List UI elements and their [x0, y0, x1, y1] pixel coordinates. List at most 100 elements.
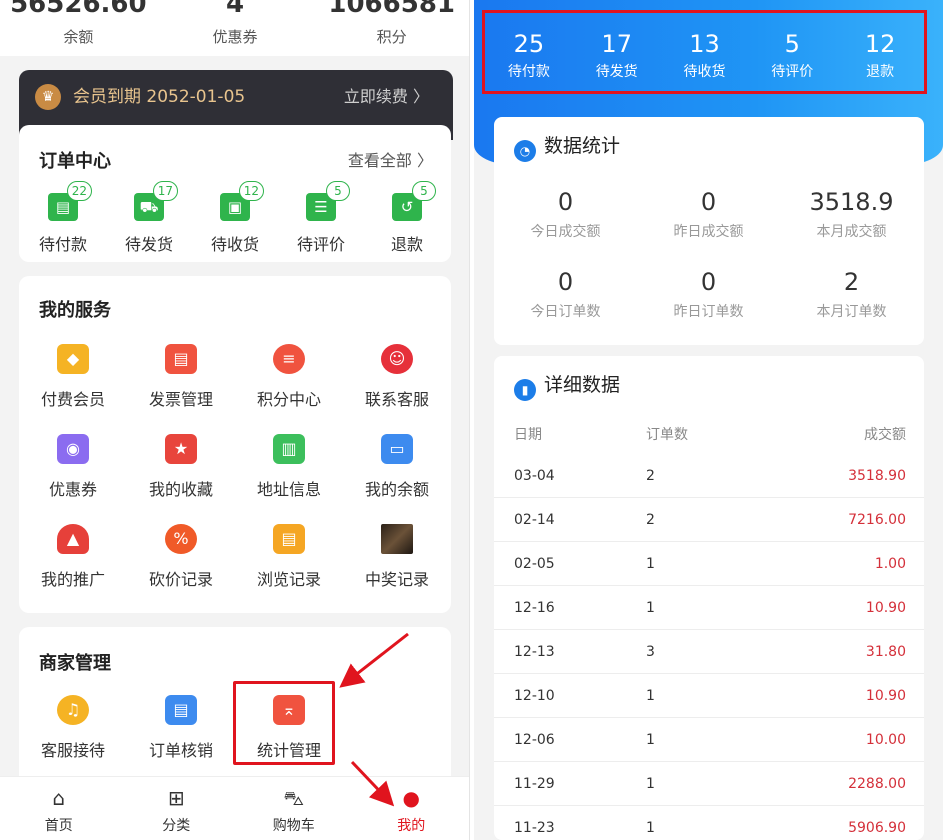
membership-expiry: 会员到期 2052-01-05: [73, 87, 246, 107]
renew-button[interactable]: 立即续费 〉: [344, 84, 429, 110]
order-count-badge: 17: [152, 181, 178, 201]
summary-pending-shipment[interactable]: 17 待发货: [573, 13, 661, 91]
account-stats: 56526.60 余额 4 优惠券 1066581 积分: [0, 0, 469, 56]
summary-refund[interactable]: 12 退款: [836, 13, 924, 91]
tab-label: 购物车: [272, 818, 315, 834]
order-count-badge: 22: [66, 181, 92, 201]
service-label: 砍价记录: [148, 570, 213, 589]
service-address[interactable]: ▥ 地址信息: [239, 434, 339, 500]
order-count-badge: 5: [326, 181, 350, 201]
pie-chart-icon: ◔: [514, 140, 536, 162]
data-statistics-card: ◔ 数据统计 0 今日成交额 0 昨日成交额 3518.9 本月成交额 0 今日订…: [494, 117, 924, 345]
order-refund[interactable]: ↺ 5 退款: [371, 181, 443, 255]
coupon-stat[interactable]: 4 优惠券: [157, 0, 314, 56]
service-label: 地址信息: [256, 480, 321, 499]
headset-icon: ♫: [57, 695, 89, 725]
cell-amount: 3518.90: [848, 468, 906, 484]
service-label: 积分中心: [256, 390, 321, 409]
order-pending-receipt[interactable]: ▣ 12 待收货: [199, 181, 271, 255]
service-balance[interactable]: ▭ 我的余额: [347, 434, 447, 500]
tab-label: 分类: [162, 818, 191, 834]
service-bargain[interactable]: % 砍价记录: [131, 524, 231, 590]
service-history[interactable]: ▤ 浏览记录: [239, 524, 339, 590]
service-invoice[interactable]: ▤ 发票管理: [131, 344, 231, 410]
service-prizes[interactable]: 中奖记录: [347, 524, 447, 590]
merchant-order-verify[interactable]: ▤ 订单核销: [131, 695, 231, 761]
cell-amount: 5906.90: [848, 820, 906, 836]
cell-orders: 1: [646, 820, 655, 836]
order-pending-shipment[interactable]: ⛟ 17 待发货: [113, 181, 185, 255]
table-row: 11-23 1 5906.90: [494, 806, 924, 840]
service-contact[interactable]: ☺ 联系客服: [347, 344, 447, 410]
verify-icon: ▤: [165, 695, 197, 725]
statistics-highlight-box: [233, 681, 335, 765]
service-label: 发票管理: [148, 390, 213, 409]
coupon-label: 优惠券: [212, 28, 258, 46]
summary-pending-receipt[interactable]: 13 待收货: [661, 13, 749, 91]
order-label: 待评价: [296, 235, 345, 254]
service-label: 联系客服: [364, 390, 429, 409]
tab-cart[interactable]: ⛍ 购物车: [235, 777, 353, 840]
stat-label: 本月订单数: [816, 304, 887, 320]
service-label: 我的收藏: [148, 480, 213, 499]
service-paid-membership[interactable]: ◆ 付费会员: [23, 344, 123, 410]
profile-page: 56526.60 余额 4 优惠券 1066581 积分 ♛ 会员到期 2052…: [0, 0, 470, 840]
service-label: 浏览记录: [256, 570, 321, 589]
service-label: 付费会员: [40, 390, 105, 409]
service-favorites[interactable]: ★ 我的收藏: [131, 434, 231, 500]
user-icon: ●: [402, 786, 420, 810]
discount-icon: %: [165, 524, 197, 554]
summary-label: 退款: [866, 64, 895, 80]
summary-value: 12: [864, 30, 896, 58]
order-count-badge: 5: [412, 181, 436, 201]
cell-orders: 1: [646, 600, 655, 616]
cell-date: 12-16: [514, 600, 555, 616]
order-pending-review[interactable]: ☰ 5 待评价: [285, 181, 357, 255]
table-row: 12-13 3 31.80: [494, 630, 924, 674]
summary-pending-payment[interactable]: 25 待付款: [485, 13, 573, 91]
summary-value: 25: [513, 30, 545, 58]
tab-mine[interactable]: ● 我的: [353, 777, 470, 840]
stat-yesterday-sales: 0 昨日成交额: [637, 187, 780, 241]
wallet-icon: ▤ 22: [48, 181, 92, 221]
crown-icon: ♛: [35, 84, 61, 110]
tab-home[interactable]: ⌂ 首页: [0, 777, 118, 840]
order-label: 退款: [390, 235, 423, 254]
table-row: 02-05 1 1.00: [494, 542, 924, 586]
cell-date: 11-23: [514, 820, 555, 836]
order-status-summary: 25 待付款 17 待发货 13 待收货 5 待评价 12 退款: [482, 10, 927, 94]
order-pending-payment[interactable]: ▤ 22 待付款: [27, 181, 99, 255]
view-all-orders-link[interactable]: 查看全部 〉: [348, 147, 433, 171]
cell-date: 12-13: [514, 644, 555, 660]
tab-category[interactable]: ⊞ 分类: [118, 777, 236, 840]
cell-orders: 2: [646, 468, 655, 484]
merchant-customer-service[interactable]: ♫ 客服接待: [23, 695, 123, 761]
service-label: 优惠券: [48, 480, 97, 499]
stat-today-orders: 0 今日订单数: [494, 267, 637, 321]
data-statistics-header: ◔ 数据统计: [514, 133, 620, 162]
stat-label: 今日成交额: [530, 224, 601, 240]
summary-pending-review[interactable]: 5 待评价: [748, 13, 836, 91]
summary-label: 待评价: [771, 64, 814, 80]
service-points[interactable]: ≡ 积分中心: [239, 344, 339, 410]
stat-label: 昨日成交额: [673, 224, 744, 240]
detail-data-title: 详细数据: [544, 374, 621, 396]
coins-icon: ≡: [273, 344, 305, 374]
address-icon: ▥: [273, 434, 305, 464]
stat-value: 0: [700, 268, 717, 296]
diamond-icon: ◆: [57, 344, 89, 374]
stat-label: 今日订单数: [530, 304, 601, 320]
order-label: 待发货: [124, 235, 173, 254]
service-coupons[interactable]: ◉ 优惠券: [23, 434, 123, 500]
cell-date: 02-05: [514, 556, 555, 572]
stat-value: 3518.9: [809, 188, 894, 216]
comment-icon: ☰ 5: [306, 181, 350, 221]
points-stat[interactable]: 1066581 积分: [313, 0, 469, 56]
truck-icon: ⛟ 17: [134, 181, 178, 221]
my-services-title: 我的服务: [39, 300, 111, 321]
cell-date: 02-14: [514, 512, 555, 528]
balance-stat[interactable]: 56526.60 余额: [0, 0, 157, 56]
cell-date: 03-04: [514, 468, 555, 484]
service-promotion[interactable]: ▲ 我的推广: [23, 524, 123, 590]
cell-date: 12-10: [514, 688, 555, 704]
